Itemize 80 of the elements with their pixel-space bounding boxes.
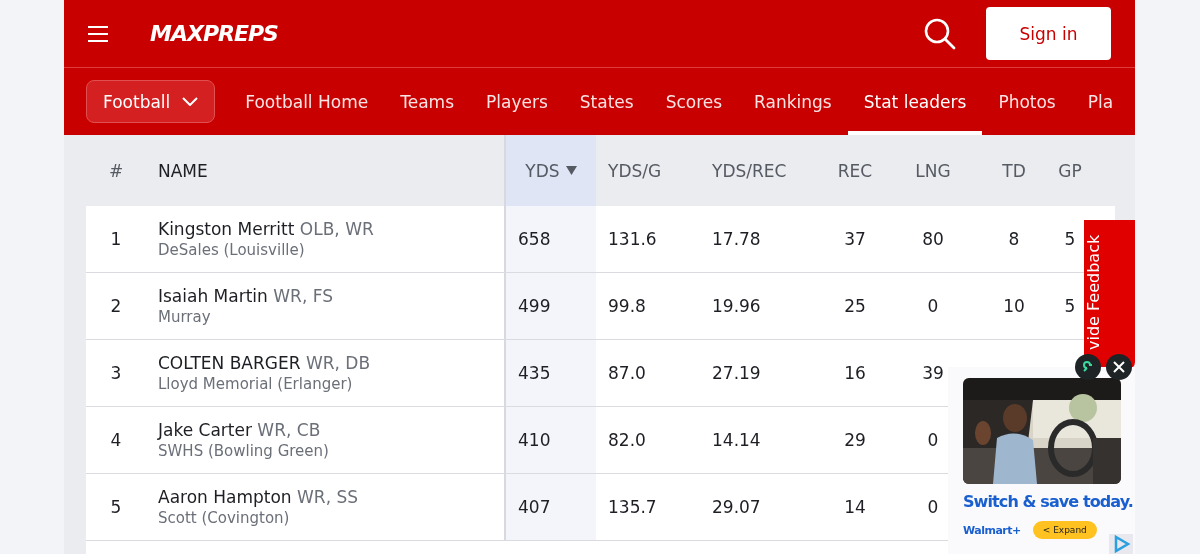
ad-headline: Switch & save today.: [963, 492, 1135, 511]
nav-tab[interactable]: Stat leaders: [847, 68, 983, 135]
stat-cell: 25: [844, 296, 866, 316]
stat-cell: 10: [1003, 296, 1025, 316]
stat-cell: 16: [844, 363, 866, 383]
ad-banner[interactable]: Switch & save today. Walmart+ < Expand: [948, 367, 1135, 554]
column-header[interactable]: YDS/G: [608, 160, 662, 181]
column-header[interactable]: GP: [1058, 160, 1082, 181]
player-positions: WR, DB: [305, 353, 371, 373]
column-header[interactable]: YDS/REC: [712, 160, 787, 181]
stat-cell: 407: [518, 497, 551, 517]
link-icon[interactable]: [1075, 354, 1101, 380]
stat-cell: 80: [922, 229, 944, 249]
nav-tab[interactable]: Photos: [982, 68, 1072, 135]
sport-dropdown[interactable]: Football: [86, 80, 216, 123]
nav-tab[interactable]: Teams: [384, 68, 470, 135]
school-name: Murray: [158, 308, 211, 326]
player-name[interactable]: Isaiah Martin: [158, 286, 268, 306]
stat-cell: 29.07: [712, 497, 761, 517]
rank-cell: 3: [110, 363, 122, 383]
stat-cell: 19.96: [712, 296, 761, 316]
rank-cell: 1: [110, 229, 122, 249]
school-name: Scott (Covington): [158, 509, 290, 527]
feedback-tab[interactable]: vide Feedback: [1084, 220, 1135, 370]
stat-cell: 82.0: [608, 430, 646, 450]
logo[interactable]: MAXPREPS: [150, 21, 278, 46]
sign-in-button[interactable]: Sign in: [986, 7, 1111, 60]
column-header[interactable]: LNG: [915, 160, 951, 181]
school-name: DeSales (Louisville): [158, 241, 305, 259]
column-header[interactable]: TD: [1002, 160, 1026, 181]
stat-cell: 37: [844, 229, 866, 249]
column-header[interactable]: NAME: [146, 160, 208, 181]
school-name: Lloyd Memorial (Erlanger): [158, 375, 353, 393]
stat-cell: 131.6: [608, 229, 657, 249]
player-positions: OLB, WR: [299, 219, 374, 239]
stat-cell: 658: [518, 229, 551, 249]
stat-cell: 29: [844, 430, 866, 450]
stat-cell: 0: [927, 497, 939, 517]
stat-cell: 99.8: [608, 296, 646, 316]
nav-tab[interactable]: Rankings: [738, 68, 848, 135]
school-name: SWHS (Bowling Green): [158, 442, 329, 460]
stat-cell: 8: [1008, 229, 1020, 249]
stat-cell: 14.14: [712, 430, 761, 450]
rank-cell: 4: [110, 430, 122, 450]
nav-tab[interactable]: Football Home: [229, 68, 385, 135]
player-positions: WR, SS: [297, 487, 359, 507]
stat-cell: 14: [844, 497, 866, 517]
player-positions: WR, CB: [257, 420, 321, 440]
stat-cell: 435: [518, 363, 551, 383]
player-positions: WR, FS: [273, 286, 333, 306]
stat-cell: 0: [927, 430, 939, 450]
rank-cell: 2: [110, 296, 122, 316]
nav-tab[interactable]: Players: [470, 68, 564, 135]
stat-cell: 5: [1064, 229, 1076, 249]
stat-cell: 0: [927, 296, 939, 316]
column-header[interactable]: #: [108, 160, 124, 181]
stat-cell: 87.0: [608, 363, 646, 383]
column-header[interactable]: YDS: [525, 160, 560, 181]
brand-logo: Walmart+: [963, 523, 1021, 537]
nav-tab[interactable]: Scores: [649, 68, 739, 135]
stat-cell: 5: [1064, 296, 1076, 316]
player-name[interactable]: Jake Carter: [158, 420, 252, 440]
menu-icon[interactable]: [88, 25, 108, 42]
stat-cell: 17.78: [712, 229, 761, 249]
player-name[interactable]: COLTEN BARGER: [158, 353, 301, 373]
nav-tab[interactable]: States: [563, 68, 650, 135]
search-icon[interactable]: [924, 17, 956, 50]
chevron-down-icon: [182, 97, 199, 106]
stat-cell: 499: [518, 296, 551, 316]
stat-cell: 135.7: [608, 497, 657, 517]
close-icon: [1113, 361, 1125, 373]
column-header[interactable]: REC: [837, 160, 873, 181]
player-name[interactable]: Kingston Merritt: [158, 219, 295, 239]
player-name[interactable]: Aaron Hampton: [158, 487, 292, 507]
stat-cell: 410: [518, 430, 551, 450]
expand-button[interactable]: < Expand: [1032, 521, 1097, 539]
nav-tab[interactable]: Pla: [1071, 68, 1130, 135]
stat-cell: 27.19: [712, 363, 761, 383]
rank-cell: 5: [110, 497, 122, 517]
stat-cell: 39: [922, 363, 944, 383]
